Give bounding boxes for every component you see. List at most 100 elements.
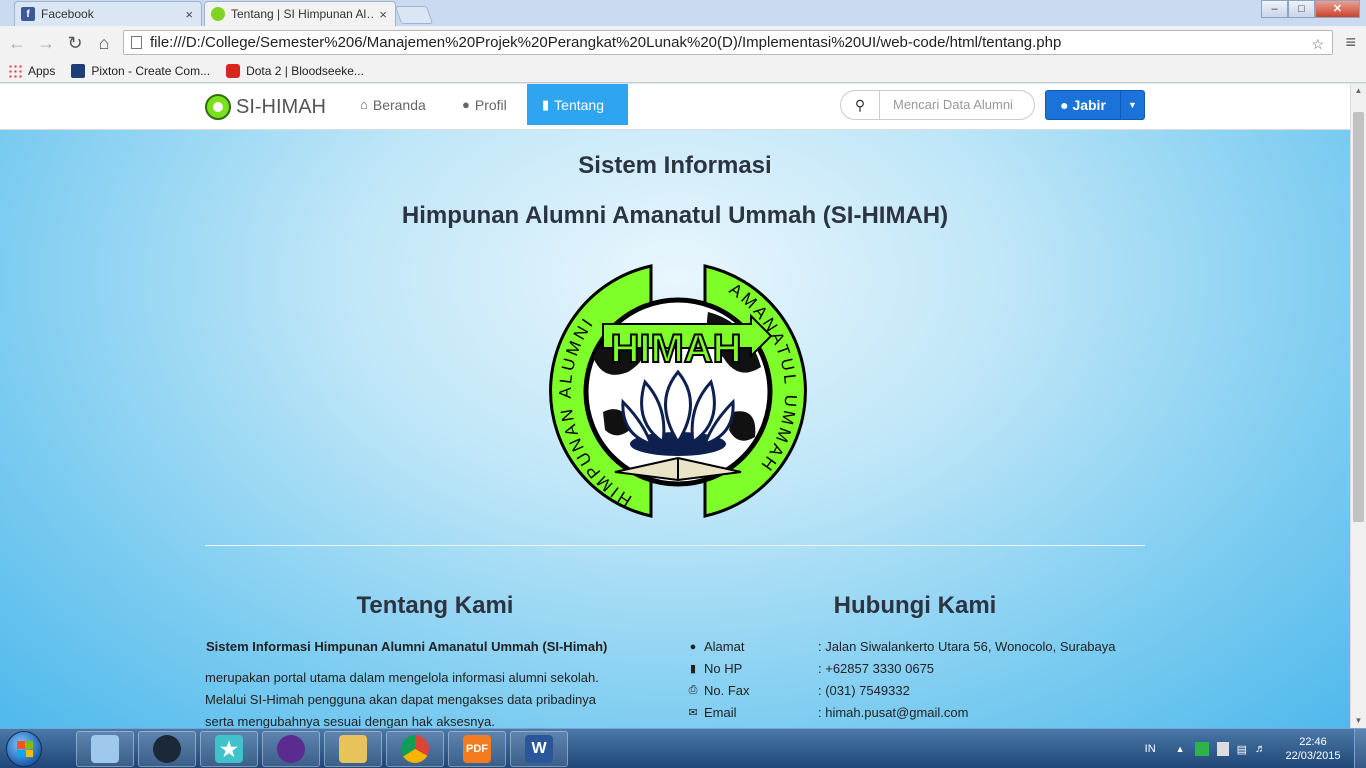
contact-row-fax: ⎙ No. Fax : (031) 7549332 xyxy=(686,683,910,698)
start-button[interactable] xyxy=(6,731,42,767)
browser-toolbar: ← → ↻ ⌂ file:///D:/College/Semester%206/… xyxy=(0,26,1366,59)
taskbar-steam[interactable] xyxy=(138,731,196,767)
scrollbar-thumb[interactable] xyxy=(1353,112,1364,522)
window-controls: – □ ✕ xyxy=(1261,0,1360,18)
tray-expand-icon[interactable]: ▲ xyxy=(1176,744,1185,754)
user-menu-button[interactable]: ● Jabir ▼ xyxy=(1045,90,1145,120)
bookmark-apps[interactable]: Apps xyxy=(8,63,56,78)
about-title: Tentang Kami xyxy=(356,592,514,619)
user-icon: ● xyxy=(462,97,470,112)
page-viewport: SI-HIMAH ⌂ Beranda ● Profil ▮ Tentang ⚲ … xyxy=(0,84,1350,728)
steam-icon xyxy=(153,735,181,763)
show-desktop-button[interactable] xyxy=(1354,729,1366,768)
language-indicator[interactable]: IN xyxy=(1145,743,1156,755)
volume-icon[interactable]: ♬ xyxy=(1255,743,1266,755)
tab-title: Facebook xyxy=(41,7,94,21)
contact-label: Email xyxy=(704,705,737,720)
word-icon: W xyxy=(525,735,553,763)
bookmark-dota[interactable]: Dota 2 | Bloodseeke... xyxy=(226,63,364,78)
nav-label: Tentang xyxy=(554,96,604,113)
scroll-up-icon[interactable]: ▲ xyxy=(1351,84,1366,98)
contact-value: : +62857 3330 0675 xyxy=(818,661,935,676)
contact-label: No. Fax xyxy=(704,683,750,698)
taskbar-chrome[interactable] xyxy=(386,731,444,767)
bookmark-label: Apps xyxy=(28,63,56,78)
taskbar-explorer[interactable] xyxy=(76,731,134,767)
chrome-icon xyxy=(401,735,429,763)
contact-value[interactable]: : himah.pusat@gmail.com xyxy=(818,705,968,720)
clock-time: 22:46 xyxy=(1299,736,1327,748)
site-navbar: SI-HIMAH ⌂ Beranda ● Profil ▮ Tentang ⚲ … xyxy=(0,84,1350,130)
close-tab-icon[interactable]: × xyxy=(185,7,193,22)
close-window-button[interactable]: ✕ xyxy=(1315,0,1360,18)
logo-center-text: HIMAH xyxy=(610,327,741,371)
windows-logo-icon xyxy=(17,741,33,757)
search-input[interactable]: Mencari Data Alumni xyxy=(880,90,1035,120)
print-icon: ⎙ xyxy=(688,684,698,696)
folder-icon xyxy=(339,735,367,763)
clock[interactable]: 22:46 22/03/2015 xyxy=(1272,735,1354,763)
forward-arrow-icon[interactable]: → xyxy=(35,32,57,54)
about-bold-line: Sistem Informasi Himpunan Alumni Amanatu… xyxy=(206,639,608,654)
browser-tabstrip: f Facebook × Tentang | SI Himpunan Al… ×… xyxy=(0,0,1366,26)
user-icon: ● xyxy=(1060,97,1073,113)
taskbar-foxit[interactable]: PDF xyxy=(448,731,506,767)
tab-facebook[interactable]: f Facebook × xyxy=(14,1,202,26)
map-marker-icon: ● xyxy=(689,640,697,653)
new-tab-button[interactable] xyxy=(394,6,434,24)
taskbar-star-app[interactable]: ★ xyxy=(200,731,258,767)
maximize-button[interactable]: □ xyxy=(1288,0,1315,18)
network-signal-icon[interactable]: ▤ xyxy=(1237,743,1247,756)
himah-logo: HIMAH HIMPUNAN ALUMNI AMANATUL UMMAH xyxy=(533,262,823,520)
nav-label: Profil xyxy=(474,96,507,113)
section-divider xyxy=(205,545,1145,546)
himah-logo-graphic: HIMAH HIMPUNAN ALUMNI AMANATUL UMMAH xyxy=(549,264,807,518)
about-paragraph: merupakan portal utama dalam mengelola i… xyxy=(205,667,645,728)
contact-label: Alamat xyxy=(704,639,745,654)
page-scrollbar[interactable]: ▲ ▼ xyxy=(1350,84,1366,728)
envelope-icon: ✉ xyxy=(688,707,698,719)
caret-down-icon[interactable]: ▼ xyxy=(1120,91,1144,119)
bookmark-star-icon[interactable]: ☆ xyxy=(1311,33,1324,56)
tab-tentang[interactable]: Tentang | SI Himpunan Al… × xyxy=(204,1,396,26)
contact-row-email: ✉ Email : himah.pusat@gmail.com xyxy=(686,705,968,720)
nav-beranda[interactable]: ⌂ Beranda xyxy=(345,84,441,125)
search-group: ⚲ Mencari Data Alumni xyxy=(840,90,1035,120)
about-line: merupakan portal utama dalam mengelola i… xyxy=(205,670,599,685)
back-arrow-icon[interactable]: ← xyxy=(6,32,28,54)
facebook-icon: f xyxy=(21,7,35,21)
close-tab-icon[interactable]: × xyxy=(379,7,387,22)
page-icon xyxy=(131,36,142,49)
page-title-line2: Himpunan Alumni Amanatul Ummah (SI-HIMAH… xyxy=(401,202,949,229)
search-icon[interactable]: ⚲ xyxy=(840,90,880,120)
taskbar-purple-app[interactable] xyxy=(262,731,320,767)
nav-profil[interactable]: ● Profil xyxy=(447,84,522,125)
green-tray-icon[interactable] xyxy=(1194,742,1209,756)
contact-title: Hubungi Kami xyxy=(833,592,997,619)
bookmarks-bar: Apps Pixton - Create Com... Dota 2 | Blo… xyxy=(0,59,1366,83)
foxit-pdf-icon: PDF xyxy=(463,735,491,763)
nav-tentang[interactable]: ▮ Tentang xyxy=(527,84,628,125)
url-text: file:///D:/College/Semester%206/Manajeme… xyxy=(150,34,1062,51)
home-icon[interactable]: ⌂ xyxy=(93,32,115,54)
file-explorer-icon xyxy=(91,735,119,763)
bookmark-icon: ▮ xyxy=(689,663,697,675)
nav-label: Beranda xyxy=(372,96,426,113)
usb-tray-icon[interactable] xyxy=(1216,742,1229,756)
taskbar-folder[interactable] xyxy=(324,731,382,767)
bookmark-pixton[interactable]: Pixton - Create Com... xyxy=(71,63,210,78)
apps-grid-icon xyxy=(8,63,22,78)
about-line: Melalui SI-Himah pengguna akan dapat men… xyxy=(205,692,596,707)
bookmark-label: Dota 2 | Bloodseeke... xyxy=(246,63,364,78)
site-brand[interactable]: SI-HIMAH xyxy=(205,94,326,120)
minimize-button[interactable]: – xyxy=(1261,0,1288,18)
reload-icon[interactable]: ↻ xyxy=(64,32,86,54)
contact-value: : Jalan Siwalankerto Utara 56, Wonocolo,… xyxy=(818,639,1116,654)
tab-title: Tentang | SI Himpunan Al… xyxy=(231,7,376,21)
taskbar-word[interactable]: W xyxy=(510,731,568,767)
browser-menu-icon[interactable]: ≡ xyxy=(1345,32,1356,53)
address-bar[interactable]: file:///D:/College/Semester%206/Manajeme… xyxy=(123,30,1333,55)
pixton-icon xyxy=(71,63,86,78)
scroll-down-icon[interactable]: ▼ xyxy=(1351,714,1366,728)
contact-row-alamat: ● Alamat : Jalan Siwalankerto Utara 56, W… xyxy=(686,639,1116,654)
